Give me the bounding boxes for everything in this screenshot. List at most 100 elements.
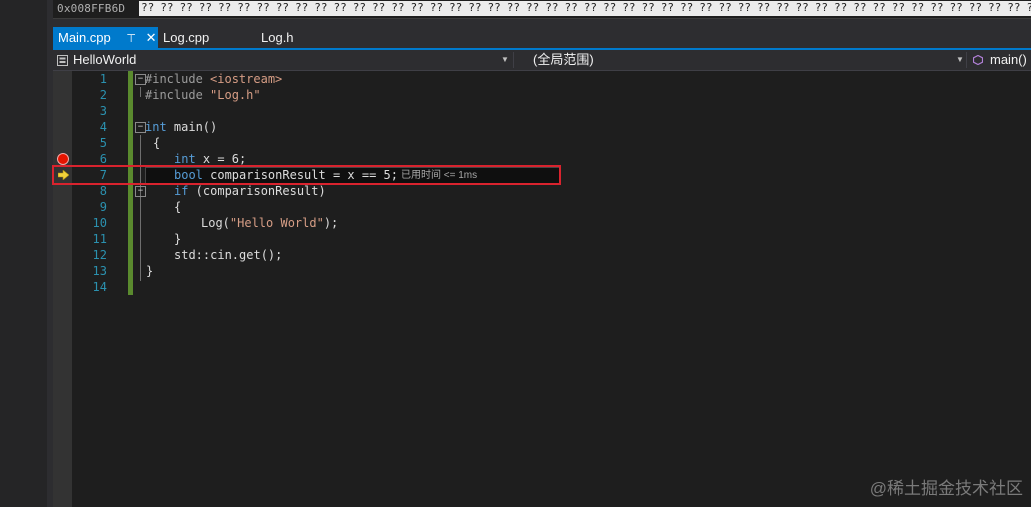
memory-byte[interactable]: ?? xyxy=(719,1,732,14)
line-number: 10 xyxy=(92,216,107,230)
memory-byte[interactable]: ?? xyxy=(834,1,847,14)
memory-byte[interactable]: ?? xyxy=(411,1,424,14)
pin-icon[interactable]: ⊤ xyxy=(126,33,136,45)
memory-byte[interactable]: ?? xyxy=(969,1,982,14)
navigation-bar: HelloWorld ▼ (全局范围) ▼ main() xyxy=(53,50,1031,71)
memory-byte[interactable]: ?? xyxy=(257,1,270,14)
code-text: { xyxy=(174,200,182,214)
project-label: HelloWorld xyxy=(73,52,137,67)
memory-byte[interactable]: ?? xyxy=(1027,1,1031,14)
memory-byte[interactable]: ?? xyxy=(815,1,828,14)
code-line[interactable]: 11 } xyxy=(53,231,1031,247)
memory-byte[interactable]: ?? xyxy=(757,1,770,14)
member-dropdown[interactable]: main() xyxy=(971,51,1031,69)
chevron-down-icon: ▼ xyxy=(501,55,509,64)
memory-byte[interactable]: ?? xyxy=(680,1,693,14)
code-line[interactable]: 1 − #include <iostream> xyxy=(53,71,1031,87)
memory-byte[interactable]: ?? xyxy=(160,1,173,14)
preprocessor-directive: #include xyxy=(145,72,203,86)
watermark: @稀土掘金技术社区 xyxy=(869,479,1023,498)
solution-explorer-edge xyxy=(0,0,47,507)
line-number: 12 xyxy=(92,248,107,262)
memory-byte[interactable]: ?? xyxy=(988,1,1001,14)
memory-byte[interactable]: ?? xyxy=(526,1,539,14)
memory-byte[interactable]: ?? xyxy=(853,1,866,14)
memory-byte[interactable]: ?? xyxy=(276,1,289,14)
memory-byte[interactable]: ?? xyxy=(950,1,963,14)
memory-byte[interactable]: ?? xyxy=(468,1,481,14)
tab-label: Log.h xyxy=(261,30,294,45)
memory-byte[interactable]: ?? xyxy=(507,1,520,14)
line-number: 3 xyxy=(99,104,107,118)
code-line[interactable]: 9 { xyxy=(53,199,1031,215)
memory-byte[interactable]: ?? xyxy=(873,1,886,14)
code-text: main() xyxy=(166,120,218,134)
memory-byte[interactable]: ?? xyxy=(237,1,250,14)
memory-byte[interactable]: ?? xyxy=(391,1,404,14)
memory-byte[interactable]: ?? xyxy=(738,1,751,14)
code-text: { xyxy=(153,136,161,150)
memory-byte[interactable]: ?? xyxy=(295,1,308,14)
keyword: int xyxy=(174,152,196,166)
collapse-icon[interactable]: − xyxy=(135,186,146,197)
memory-byte[interactable]: ?? xyxy=(699,1,712,14)
code-line[interactable]: 14 xyxy=(53,279,1031,295)
memory-byte[interactable]: ?? xyxy=(199,1,212,14)
memory-byte[interactable]: ?? xyxy=(911,1,924,14)
code-line[interactable]: 12 std::cin.get(); xyxy=(53,247,1031,263)
tab-label: Log.cpp xyxy=(163,30,210,45)
memory-byte[interactable]: ?? xyxy=(180,1,193,14)
memory-byte[interactable]: ?? xyxy=(603,1,616,14)
line-number: 9 xyxy=(99,200,107,214)
code-line[interactable]: 5 { xyxy=(53,135,1031,151)
scope-dropdown[interactable]: (全局范围) ▼ xyxy=(518,51,968,69)
memory-byte[interactable]: ?? xyxy=(372,1,385,14)
project-icon xyxy=(57,55,68,66)
memory-byte[interactable]: ?? xyxy=(430,1,443,14)
memory-byte[interactable]: ?? xyxy=(449,1,462,14)
code-line[interactable]: 4 − int main() xyxy=(53,119,1031,135)
code-line[interactable]: 3 xyxy=(53,103,1031,119)
keyword: int xyxy=(145,120,167,134)
tab-label: Main.cpp xyxy=(58,30,111,45)
code-editor[interactable]: 1 − #include <iostream> 2 #include "Log.… xyxy=(53,71,1031,507)
code-text: (comparisonResult) xyxy=(188,184,326,198)
memory-bytes[interactable]: ????????????????????????????????????????… xyxy=(139,1,1031,16)
memory-byte[interactable]: ?? xyxy=(892,1,905,14)
memory-byte[interactable]: ?? xyxy=(353,1,366,14)
line-number: 4 xyxy=(99,120,107,134)
memory-byte[interactable]: ?? xyxy=(622,1,635,14)
memory-byte[interactable]: ?? xyxy=(930,1,943,14)
tab-log-h[interactable]: Log.h xyxy=(261,27,351,48)
code-line[interactable]: 10 Log("Hello World"); xyxy=(53,215,1031,231)
project-dropdown[interactable]: HelloWorld ▼ xyxy=(55,51,510,69)
memory-byte[interactable]: ?? xyxy=(642,1,655,14)
memory-byte[interactable]: ?? xyxy=(584,1,597,14)
memory-byte[interactable]: ?? xyxy=(661,1,674,14)
line-number: 2 xyxy=(99,88,107,102)
memory-byte[interactable]: ?? xyxy=(545,1,558,14)
memory-byte[interactable]: ?? xyxy=(796,1,809,14)
memory-byte[interactable]: ?? xyxy=(334,1,347,14)
line-number: 1 xyxy=(99,72,107,86)
pane-divider xyxy=(53,19,1031,27)
code-text: } xyxy=(174,232,182,246)
close-icon[interactable]: ✕ xyxy=(146,30,157,45)
memory-byte[interactable]: ?? xyxy=(141,1,154,14)
code-line[interactable]: 2 #include "Log.h" xyxy=(53,87,1031,103)
code-line[interactable]: 13 } xyxy=(53,263,1031,279)
memory-byte[interactable]: ?? xyxy=(314,1,327,14)
memory-byte[interactable]: ?? xyxy=(776,1,789,14)
memory-byte[interactable]: ?? xyxy=(488,1,501,14)
memory-window: 0x008FFB6D ?????????????????????????????… xyxy=(53,0,1031,19)
memory-byte[interactable]: ?? xyxy=(218,1,231,14)
breakpoint-icon[interactable] xyxy=(57,153,69,165)
include-target: "Log.h" xyxy=(202,88,261,102)
memory-byte[interactable]: ?? xyxy=(565,1,578,14)
code-line[interactable]: 8 − if (comparisonResult) xyxy=(53,183,1031,199)
code-text: x = 6; xyxy=(195,152,247,166)
memory-byte[interactable]: ?? xyxy=(1007,1,1020,14)
keyword: if xyxy=(174,184,189,198)
tab-log-cpp[interactable]: Log.cpp xyxy=(163,27,253,48)
tab-main-cpp[interactable]: Main.cpp ⊤ ✕ xyxy=(53,27,158,48)
